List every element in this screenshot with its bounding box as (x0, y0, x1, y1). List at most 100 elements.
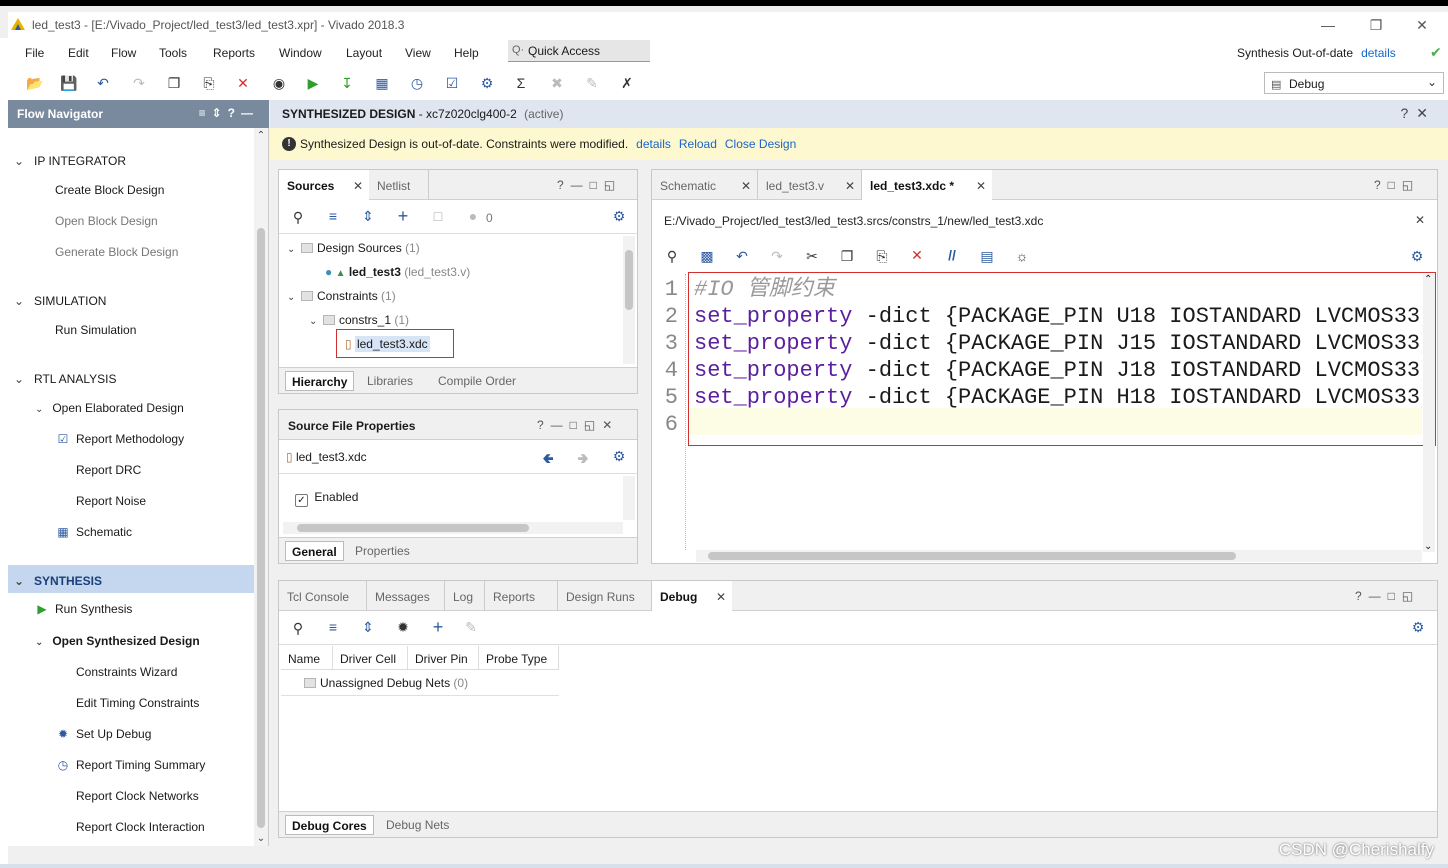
gear-icon[interactable]: ⚙ (1409, 619, 1427, 636)
run-synthesis-item[interactable]: ▶ Run Synthesis (35, 602, 132, 616)
properties-hscroll[interactable] (283, 522, 623, 534)
flow-navigator-scrollbar[interactable]: ⌃ ⌄ (254, 128, 268, 846)
checkbox-checked-icon[interactable]: ✓ (295, 494, 308, 507)
generate-block-design-item[interactable]: Generate Block Design (55, 245, 178, 259)
tab-led-test3-v[interactable]: led_test3.v ✕ (758, 170, 862, 200)
tab-hierarchy[interactable]: Hierarchy (285, 371, 355, 391)
panel-controls-icon[interactable]: ?□◱ (1374, 178, 1420, 192)
panel-controls-icon[interactable]: ?—□◱ (1355, 589, 1420, 603)
scroll-down-icon[interactable]: ⌄ (254, 833, 268, 844)
open-project-icon[interactable]: 📂 (26, 74, 44, 92)
tab-general[interactable]: General (285, 541, 344, 561)
panel-controls-icon[interactable]: ?—□◱ (557, 178, 622, 192)
unassigned-debug-nets-row[interactable]: Unassigned Debug Nets (0) (304, 676, 468, 690)
forward-arrow-icon[interactable]: 🢂 (574, 448, 592, 472)
tab-log[interactable]: Log (445, 581, 485, 611)
tree-top-module[interactable]: ● ▲ led_test3 (led_test3.v) (325, 265, 470, 279)
save-icon[interactable]: 💾 (60, 74, 78, 92)
unknown-file-icon[interactable]: □ (429, 208, 447, 224)
tab-libraries[interactable]: Libraries (361, 371, 419, 391)
report-drc-item[interactable]: Report DRC (76, 463, 141, 477)
section-simulation[interactable]: ⌄ SIMULATION (14, 294, 106, 308)
section-synthesis[interactable]: ⌄ SYNTHESIS (14, 574, 102, 588)
add-icon[interactable]: + (429, 617, 447, 638)
tab-debug-cores[interactable]: Debug Cores (285, 815, 374, 835)
program-icon[interactable]: ↧ (338, 74, 356, 92)
panel-controls-icon[interactable]: ?—□◱✕ (537, 418, 619, 432)
tree-design-sources[interactable]: ⌄ Design Sources (1) (287, 241, 420, 255)
col-name[interactable]: Name (281, 646, 333, 670)
open-elaborated-design-item[interactable]: ⌄ Open Elaborated Design (35, 401, 184, 415)
collapse-all-icon[interactable]: ≡ (324, 208, 342, 224)
scrollbar-thumb[interactable] (625, 250, 633, 310)
search-icon[interactable]: ⚲ (663, 248, 681, 265)
tree-constrs-1[interactable]: ⌄ constrs_1 (1) (309, 313, 409, 327)
add-source-icon[interactable]: + (394, 206, 412, 227)
wrench-icon[interactable]: ✗ (618, 74, 636, 92)
close-window-button[interactable]: ✕ (1412, 15, 1432, 35)
scrollbar-thumb[interactable] (257, 228, 265, 828)
tab-schematic[interactable]: Schematic ✕ (652, 170, 758, 200)
back-arrow-icon[interactable]: 🢀 (539, 448, 557, 472)
tab-debug[interactable]: Debug ✕ (652, 581, 732, 611)
report-clock-networks-item[interactable]: Report Clock Networks (76, 789, 199, 803)
banner-details-link[interactable]: details (636, 137, 671, 151)
menu-edit[interactable]: Edit (68, 46, 89, 60)
enabled-checkbox[interactable]: ✓ Enabled (295, 490, 358, 507)
search-icon[interactable]: ⚲ (289, 209, 307, 226)
redo-icon[interactable]: ↷ (130, 74, 148, 92)
tab-sources[interactable]: Sources ✕ (279, 170, 369, 200)
menu-window[interactable]: Window (279, 46, 322, 60)
tab-design-runs[interactable]: Design Runs (558, 581, 652, 611)
copy-icon[interactable]: ❐ (838, 248, 856, 265)
set-up-debug-item[interactable]: ✹ Set Up Debug (56, 727, 151, 741)
sources-scrollbar[interactable] (623, 236, 635, 364)
scrollbar-thumb[interactable] (297, 524, 529, 532)
scrollbar-thumb[interactable] (708, 552, 1236, 560)
gear-icon[interactable]: ⚙ (610, 208, 628, 225)
sigma-icon[interactable]: Σ (512, 74, 530, 92)
copy-icon[interactable]: ❐ (165, 74, 183, 92)
col-probe-type[interactable]: Probe Type (479, 646, 559, 670)
paste-icon[interactable]: ⎘ (200, 74, 218, 92)
open-block-design-item[interactable]: Open Block Design (55, 214, 158, 228)
scroll-down-icon[interactable]: ⌄ (1424, 541, 1432, 552)
menu-reports[interactable]: Reports (213, 46, 255, 60)
reload-link[interactable]: Reload (679, 137, 717, 151)
tab-netlist[interactable]: Netlist (369, 170, 429, 200)
find-icon[interactable]: ◉ (270, 74, 288, 92)
tab-properties[interactable]: Properties (349, 541, 416, 561)
menu-view[interactable]: View (405, 46, 431, 60)
undo-icon[interactable]: ↶ (733, 248, 751, 265)
open-synthesized-design-item[interactable]: ⌄ Open Synthesized Design (35, 634, 200, 648)
expand-all-icon[interactable]: ⇕ (359, 208, 377, 225)
paste-icon[interactable]: ⎘ (873, 248, 891, 265)
create-block-design-item[interactable]: Create Block Design (55, 183, 164, 197)
properties-vscroll[interactable] (623, 476, 635, 520)
minimize-button[interactable]: — (1318, 15, 1338, 35)
timer-icon[interactable]: ◷ (408, 74, 426, 92)
schematic-item[interactable]: ▦ Schematic (56, 525, 132, 539)
pencil-disabled-icon[interactable]: ✎ (583, 74, 601, 92)
run-simulation-item[interactable]: Run Simulation (55, 323, 136, 337)
layout-select[interactable]: ▤ Debug ⌄ (1264, 72, 1444, 94)
section-rtl-analysis[interactable]: ⌄ RTL ANALYSIS (14, 372, 116, 386)
col-driver-pin[interactable]: Driver Pin (408, 646, 479, 670)
tree-constraints[interactable]: ⌄ Constraints (1) (287, 289, 396, 303)
collapse-all-icon[interactable]: ≡ (324, 619, 342, 635)
edit-disabled-icon[interactable]: ✎ (462, 619, 480, 636)
tab-tcl-console[interactable]: Tcl Console (279, 581, 367, 611)
run-icon[interactable]: ▶ (304, 74, 322, 92)
report-clock-interaction-item[interactable]: Report Clock Interaction (76, 820, 205, 834)
bug-icon[interactable]: ✹ (394, 619, 412, 636)
close-icon[interactable]: ✕ (353, 179, 363, 193)
settings-icon[interactable]: ⚙ (478, 74, 496, 92)
menu-file[interactable]: File (25, 46, 44, 60)
scroll-up-icon[interactable]: ⌃ (1424, 274, 1432, 285)
tab-led-test3-xdc[interactable]: led_test3.xdc * ✕ (862, 170, 992, 200)
gear-icon[interactable]: ⚙ (610, 448, 628, 465)
close-design-link[interactable]: Close Design (725, 137, 796, 151)
delete-icon[interactable]: ✕ (234, 74, 252, 92)
status-details-link[interactable]: details (1361, 46, 1396, 60)
redo-icon[interactable]: ↷ (768, 248, 786, 265)
